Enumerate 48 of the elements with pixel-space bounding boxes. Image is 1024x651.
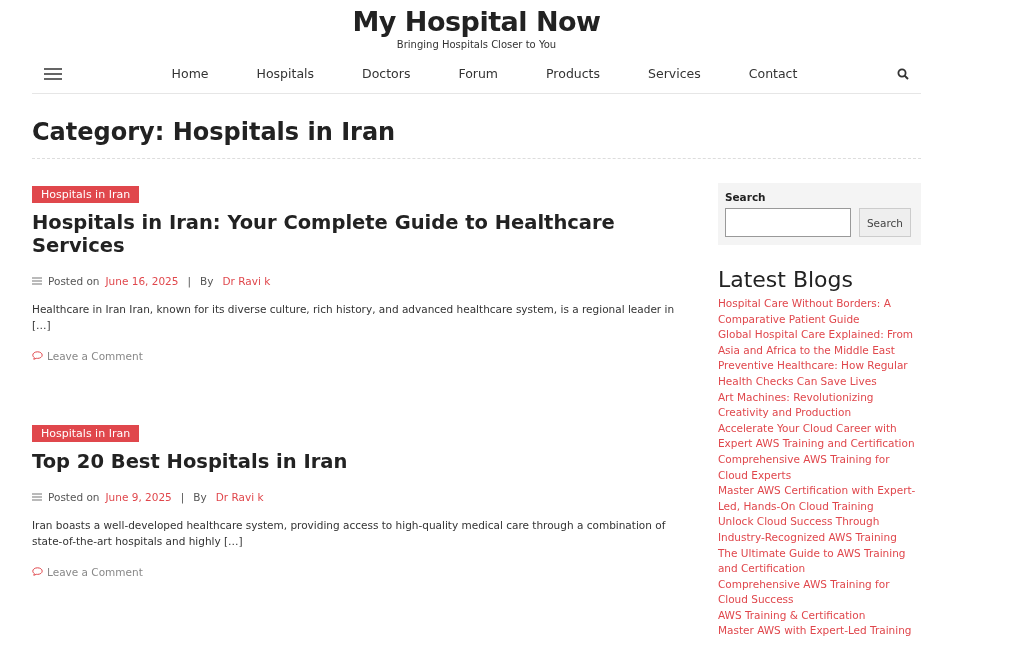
meta-separator: | [180, 491, 185, 503]
meta-separator: | [187, 275, 192, 287]
nav-link[interactable]: Doctors [362, 66, 411, 81]
speech-bubble-icon [32, 351, 43, 360]
blog-link[interactable]: Hospital Care Without Borders: A Comparative Patient Guide [717, 296, 921, 328]
blog-link[interactable]: Master AWS with Expert-Led Training [717, 623, 921, 640]
comment-link[interactable]: Leave a Comment [32, 565, 143, 578]
category-tag[interactable]: Hospitals in Iran [32, 425, 140, 442]
nav-link[interactable]: Forum [458, 66, 499, 81]
post-excerpt: Iran boasts a well-developed healthcare system, providing access to high-quality medical care through a combination of state-of-the-art hospitals and highly […] [32, 518, 667, 549]
post-title[interactable]: Top 20 Best Hospitals in Iran [32, 450, 691, 473]
nav-link[interactable]: Services [648, 66, 701, 81]
search-field[interactable] [724, 208, 851, 237]
post-date[interactable]: June 9, 2025 [105, 491, 172, 503]
blog-link[interactable]: AWS Training & Certification [717, 607, 921, 624]
post-title[interactable]: Hospitals in Iran: Your Complete Guide to Healthcare Services [32, 211, 691, 257]
blog-link[interactable]: Preventive Healthcare: How Regular Health Checks Can Save Lives [717, 358, 921, 390]
post-excerpt: Healthcare in Iran Iran, known for its diverse culture, rich history, and advanced healthcare system, is a regional leader in […] [32, 302, 676, 333]
blog-link[interactable]: Master AWS Certification with Expert-Led, Hands-On Cloud Training [717, 483, 921, 515]
list-icon [32, 277, 42, 285]
blog-link[interactable]: Comprehensive AWS Training for Cloud Success [717, 576, 921, 608]
page-title: Category: Hospitals in Iran [32, 94, 921, 159]
site-title[interactable]: My Hospital Now [352, 6, 601, 37]
search-button[interactable]: Search [858, 208, 911, 237]
posted-label: Posted on [48, 491, 100, 503]
post-date[interactable]: June 16, 2025 [105, 275, 179, 287]
blog-link[interactable]: The Ultimate Guide to AWS Training and Certification [717, 545, 921, 577]
speech-bubble-icon [32, 567, 43, 576]
site-tagline: Bringing Hospitals Closer to You [396, 39, 557, 50]
blog-link[interactable]: Art Machines: Revolutionizing Creativity and Production [717, 389, 921, 421]
blog-link[interactable]: Comprehensive AWS Training for Cloud Experts [717, 451, 921, 484]
blog-link[interactable]: Global Hospital Care Explained: From Asia and Africa to the Middle East [717, 327, 921, 359]
post-author[interactable]: Dr Ravi k [222, 275, 271, 287]
nav-link[interactable]: Hospitals [256, 66, 315, 81]
list-icon [32, 493, 42, 501]
nav-link[interactable]: Home [171, 66, 209, 81]
post-author[interactable]: Dr Ravi k [215, 491, 264, 503]
blog-link[interactable]: Accelerate Your Cloud Career with Expert AWS Training and Certification [717, 420, 921, 452]
by-label: By [193, 491, 207, 503]
search-label: Search [724, 191, 767, 203]
comment-link[interactable]: Leave a Comment [32, 349, 143, 362]
nav-link[interactable]: Products [546, 66, 601, 81]
blog-link[interactable]: Unlock Cloud Success Through Industry-Recognized AWS Training [717, 514, 921, 546]
category-tag[interactable]: Hospitals in Iran [32, 186, 140, 203]
by-label: By [200, 275, 214, 287]
posted-label: Posted on [48, 275, 100, 287]
nav-link[interactable]: Contact [748, 66, 798, 81]
widget-title: Latest Blogs [717, 267, 854, 292]
